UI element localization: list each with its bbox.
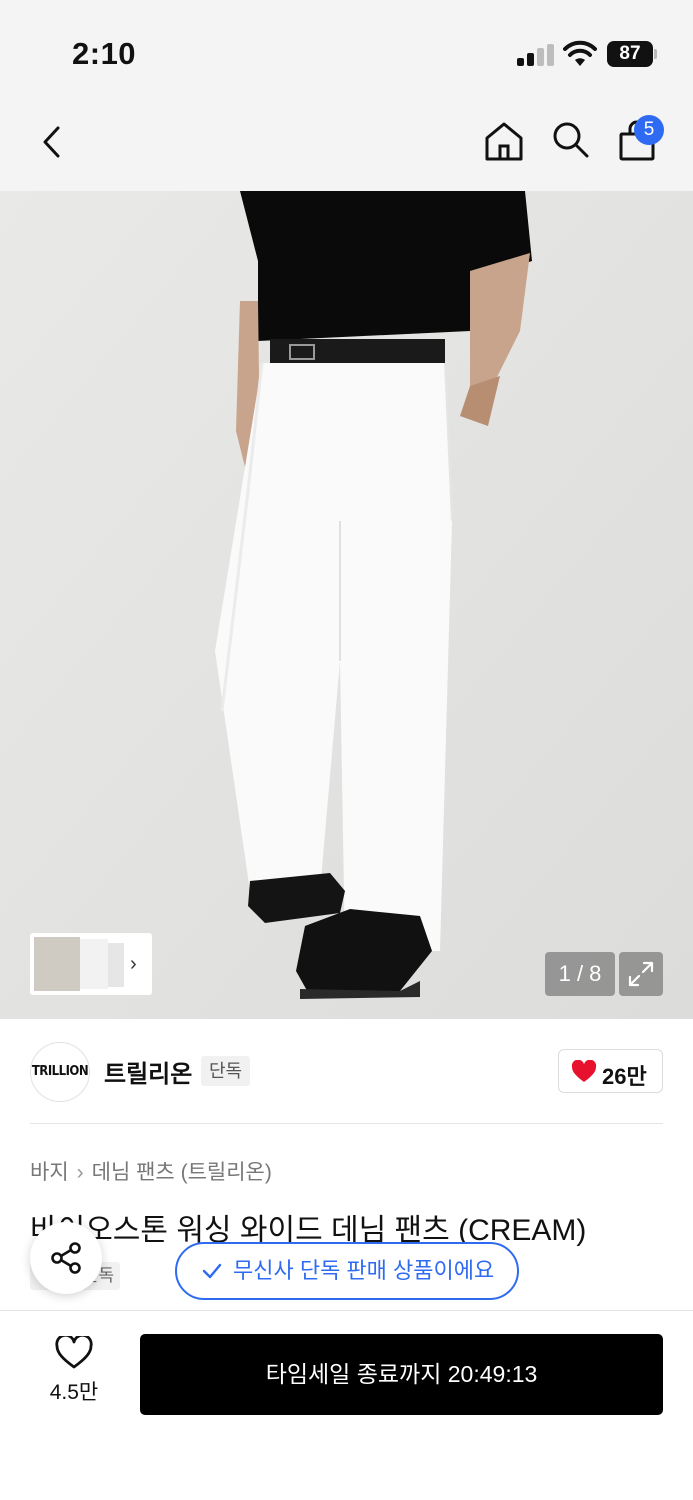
thumbnail-image[interactable]: [80, 939, 108, 989]
wifi-icon: [563, 40, 597, 66]
breadcrumb: 바지 › 데님 팬츠 (트릴리온): [30, 1156, 272, 1186]
thumbnail-strip[interactable]: ›: [30, 933, 152, 995]
check-icon: [202, 1263, 222, 1279]
status-time: 2:10: [72, 36, 137, 71]
cellular-signal-icon: [517, 44, 555, 66]
divider: [0, 1310, 693, 1311]
image-counter: 1 / 8: [545, 952, 615, 996]
thumbnail-image[interactable]: [108, 943, 124, 987]
buy-button[interactable]: 타임세일 종료까지 20:49:13: [140, 1334, 663, 1415]
expand-icon[interactable]: [619, 952, 663, 996]
chevron-right-icon: ›: [76, 1161, 84, 1184]
share-button[interactable]: [30, 1222, 102, 1294]
chevron-left-icon[interactable]: [36, 122, 68, 162]
top-nav-bar: 5: [0, 100, 693, 191]
product-image[interactable]: › 1 / 8: [0, 191, 693, 1019]
wishlist-button[interactable]: 4.5만: [36, 1336, 112, 1416]
brand-logo[interactable]: TRILLION: [30, 1042, 90, 1102]
battery-level: 87: [607, 41, 653, 67]
battery-icon: 87: [607, 41, 657, 67]
brand-name[interactable]: 트릴리온: [104, 1054, 192, 1089]
divider: [30, 1123, 663, 1124]
status-bar: 2:10 87: [0, 0, 693, 100]
breadcrumb-item[interactable]: 데님 팬츠 (트릴리온): [92, 1161, 272, 1184]
chevron-right-icon[interactable]: ›: [130, 953, 137, 976]
thumbnail-image[interactable]: [34, 937, 80, 991]
product-photo: [0, 191, 693, 1019]
brand-like-count: 26만: [602, 1064, 647, 1089]
brand-exclusive-badge: 단독: [201, 1056, 251, 1086]
heart-outline-icon: [55, 1336, 93, 1369]
brand-like-button[interactable]: 26만: [558, 1049, 663, 1093]
share-icon: [51, 1242, 81, 1274]
wishlist-count: 4.5만: [49, 1381, 99, 1404]
search-icon[interactable]: [551, 120, 591, 160]
home-icon[interactable]: [483, 120, 525, 162]
heart-filled-icon: [571, 1060, 597, 1082]
breadcrumb-item[interactable]: 바지: [30, 1161, 69, 1184]
exclusive-notice-text: 무신사 단독 판매 상품이에요: [233, 1258, 495, 1283]
cart-count-badge: 5: [634, 115, 664, 145]
exclusive-notice-pill[interactable]: 무신사 단독 판매 상품이에요: [175, 1242, 519, 1300]
